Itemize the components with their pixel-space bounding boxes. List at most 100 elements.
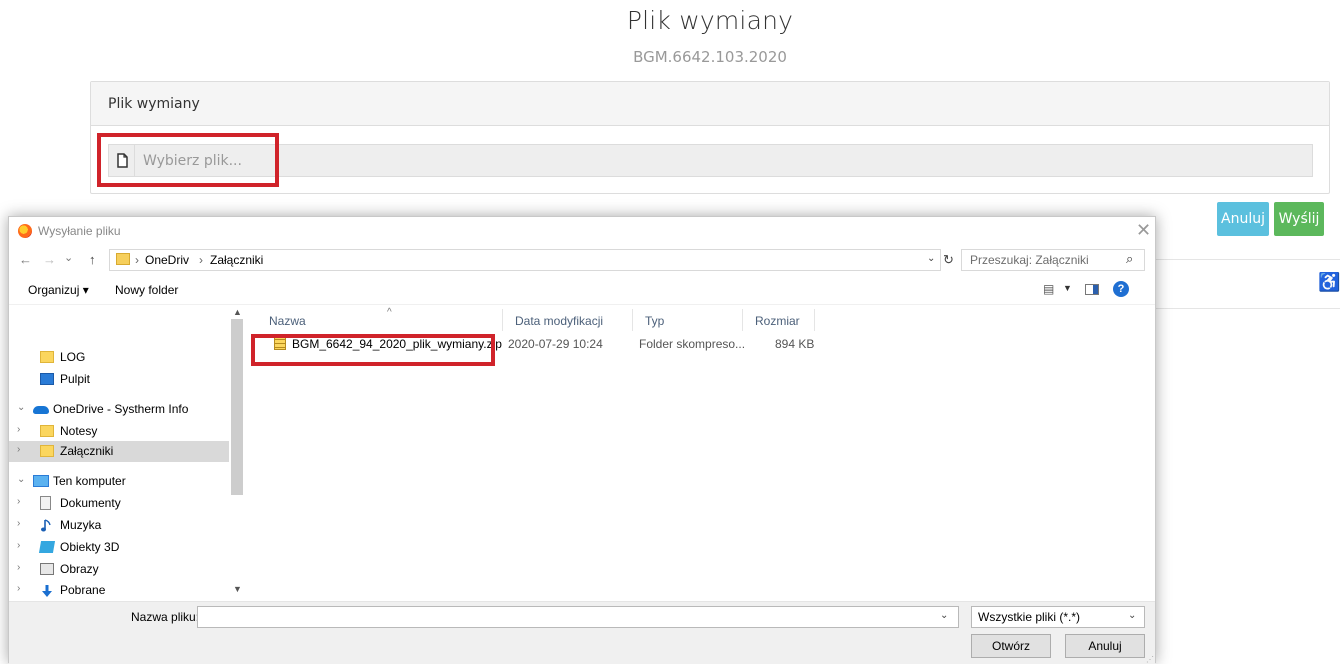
computer-icon (33, 475, 49, 487)
tree-item-documents[interactable]: › Dokumenty (9, 493, 229, 514)
file-list: Nazwa ^ Data modyfikacji Typ Rozmiar BGM… (247, 305, 1157, 601)
scroll-down-icon[interactable]: ▼ (233, 584, 242, 594)
breadcrumb-separator: › (135, 253, 139, 267)
search-box[interactable]: Przeszukaj: Załączniki ⌕ (961, 249, 1145, 271)
send-button[interactable]: Wyślij (1274, 202, 1324, 236)
column-header-type[interactable]: Typ (633, 309, 743, 331)
accessibility-icon[interactable]: ♿ (1318, 272, 1340, 293)
tree-item-pictures[interactable]: › Obrazy (9, 559, 229, 580)
tree-item-onedrive[interactable]: ⌄ OneDrive - Systherm Info (9, 399, 229, 420)
breadcrumb-zalaczniki[interactable]: Załączniki (210, 253, 263, 267)
chevron-down-icon[interactable]: ⌄ (940, 610, 948, 621)
column-header-size[interactable]: Rozmiar (743, 309, 815, 331)
filename-label: Nazwa pliku: (131, 610, 200, 624)
panel-header: Plik wymiany (91, 82, 1329, 126)
chevron-down-icon: ⌄ (1128, 610, 1137, 621)
column-header-name[interactable]: Nazwa ^ (257, 307, 503, 331)
tree-item-music[interactable]: › Muzyka (9, 515, 229, 536)
dialog-cancel-button[interactable]: Anuluj (1065, 634, 1145, 658)
organize-menu[interactable]: Organizuj ▾ (28, 283, 89, 297)
filetype-select[interactable]: Wszystkie pliki (*.*) ⌄ (971, 606, 1145, 628)
music-icon (40, 519, 54, 532)
tree-item-label: Muzyka (60, 518, 102, 532)
column-header-modified[interactable]: Data modyfikacji (503, 309, 633, 331)
tree-item-label: Pobrane (60, 583, 106, 597)
tree-item-notesy[interactable]: › Notesy (9, 421, 229, 442)
dialog-toolbar: Organizuj ▾ Nowy folder ▤ ▼ ? (9, 275, 1155, 305)
back-arrow-icon[interactable]: ← (19, 252, 32, 267)
highlight-box-file-input (97, 133, 279, 187)
file-open-dialog: Wysyłanie pliku ✕ ← → ⌄ ↑ › OneDriv › Za… (8, 216, 1157, 664)
search-icon[interactable]: ⌕ (1126, 251, 1133, 267)
documents-icon (40, 496, 51, 510)
view-options-icon[interactable]: ▤ (1043, 282, 1054, 296)
file-type: Folder skompreso... (639, 337, 746, 351)
folder-icon (40, 351, 54, 363)
up-arrow-icon[interactable]: ↑ (89, 252, 96, 267)
tree-item-label: Obrazy (60, 562, 99, 576)
tree-expander[interactable]: › (17, 540, 20, 551)
scroll-up-icon[interactable]: ▲ (233, 307, 242, 317)
filetype-value: Wszystkie pliki (*.*) (978, 610, 1081, 624)
page-title: Plik wymiany (626, 6, 794, 35)
tree-expander[interactable]: › (17, 444, 20, 455)
dialog-title: Wysyłanie pliku (38, 224, 121, 238)
filename-input[interactable]: ⌄ (197, 606, 959, 628)
tree-expander[interactable]: › (17, 518, 20, 529)
folder-icon (40, 445, 54, 457)
search-placeholder: Przeszukaj: Załączniki (970, 253, 1089, 267)
forward-arrow-icon[interactable]: → (43, 252, 56, 267)
tree-expander[interactable]: › (17, 562, 20, 573)
open-button[interactable]: Otwórz (971, 634, 1051, 658)
tree-item-log[interactable]: LOG (9, 347, 229, 368)
tree-item-this-pc[interactable]: ⌄ Ten komputer (9, 471, 229, 492)
tree-item-label: Dokumenty (60, 496, 121, 510)
recent-locations-icon[interactable]: ⌄ (64, 251, 73, 264)
tree-item-label: Załączniki (60, 444, 114, 458)
cancel-button[interactable]: Anuluj (1217, 202, 1269, 236)
preview-pane-icon[interactable] (1085, 284, 1099, 295)
desktop-icon (40, 373, 54, 385)
download-arrow-icon (40, 584, 54, 597)
column-label: Nazwa (269, 314, 306, 328)
sort-ascending-icon: ^ (387, 307, 392, 318)
tree-item-label: LOG (60, 350, 86, 364)
refresh-icon[interactable]: ↻ (943, 252, 954, 268)
new-folder-button[interactable]: Nowy folder (115, 283, 178, 297)
file-size: 894 KB (775, 337, 815, 351)
navigation-pane: ▲ ▼ LOG Pulpit ⌄ OneDrive - Systherm Inf… (9, 305, 245, 601)
divider (1150, 308, 1340, 309)
page-subtitle: BGM.6642.103.2020 (633, 48, 787, 66)
tree-expander[interactable]: ⌄ (17, 474, 25, 485)
tree-expander[interactable]: ⌄ (17, 402, 25, 413)
address-bar[interactable]: › OneDriv › Załączniki ⌄ (109, 249, 941, 271)
file-modified: 2020-07-29 10:24 (508, 337, 603, 351)
tree-item-downloads[interactable]: › Pobrane (9, 580, 229, 601)
tree-item-label: Ten komputer (53, 474, 126, 488)
cube-icon (38, 541, 56, 553)
firefox-icon (18, 224, 32, 238)
folder-icon (116, 253, 130, 265)
tree-expander[interactable]: › (17, 424, 20, 435)
folder-icon (40, 425, 54, 437)
tree-item-label: Pulpit (60, 372, 91, 386)
close-icon[interactable]: ✕ (1136, 220, 1151, 241)
address-dropdown-icon[interactable]: ⌄ (927, 253, 935, 264)
pictures-icon (40, 563, 54, 575)
tree-expander[interactable]: › (17, 583, 20, 594)
file-picker-input[interactable]: Wybierz plik... (108, 144, 1313, 177)
breadcrumb-separator: › (199, 253, 203, 267)
tree-item-label: Notesy (60, 424, 98, 438)
divider (1150, 259, 1340, 260)
tree-expander[interactable]: › (17, 496, 20, 507)
dialog-titlebar[interactable]: Wysyłanie pliku ✕ (9, 217, 1155, 245)
tree-item-desktop[interactable]: Pulpit (9, 369, 229, 390)
onedrive-icon (33, 406, 49, 414)
help-icon[interactable]: ? (1113, 281, 1129, 297)
view-dropdown-icon[interactable]: ▼ (1063, 283, 1072, 293)
tree-item-3d-objects[interactable]: › Obiekty 3D (9, 537, 229, 558)
tree-item-zalaczniki[interactable]: › Załączniki (9, 441, 229, 462)
scrollbar-thumb[interactable] (231, 319, 243, 495)
breadcrumb-onedrive[interactable]: OneDriv (145, 253, 189, 267)
tree-item-label: OneDrive - Systherm Info (53, 402, 189, 416)
